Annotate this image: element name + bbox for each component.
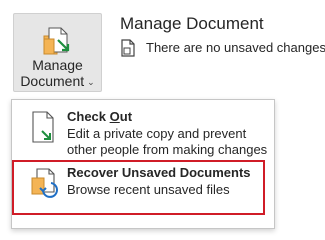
manage-document-menu: Check Out Edit a private copy and preven… xyxy=(11,99,275,229)
manage-document-button[interactable]: Manage Document ⌄ xyxy=(13,13,102,92)
recover-unsaved-title: Recover Unsaved Documents xyxy=(67,165,251,180)
check-out-icon xyxy=(29,110,59,144)
page-title: Manage Document xyxy=(120,14,264,33)
manage-label-line2: Document ⌄ xyxy=(14,73,101,90)
status-text: There are no unsaved changes. xyxy=(146,40,325,55)
manage-label-line2-text: Document xyxy=(20,73,85,89)
check-out-description: Edit a private copy and prevent other pe… xyxy=(67,126,268,157)
manage-label-line1: Manage xyxy=(32,57,83,73)
recover-unsaved-description: Browse recent unsaved files xyxy=(67,182,230,197)
chevron-down-icon: ⌄ xyxy=(87,77,95,87)
manage-document-icon xyxy=(41,25,75,59)
document-icon xyxy=(120,39,136,57)
check-out-accelerator: O xyxy=(109,109,120,124)
menu-item-check-out[interactable]: Check Out Edit a private copy and preven… xyxy=(12,106,274,162)
check-out-title-suffix: ut xyxy=(119,109,133,124)
manage-document-panel: Manage Document ⌄ Manage Document There a… xyxy=(0,0,325,240)
menu-item-recover-unsaved[interactable]: Recover Unsaved Documents Browse recent … xyxy=(12,162,274,218)
recover-unsaved-icon xyxy=(29,166,59,200)
check-out-title-prefix: Check xyxy=(67,109,110,124)
check-out-title: Check Out xyxy=(67,109,132,124)
